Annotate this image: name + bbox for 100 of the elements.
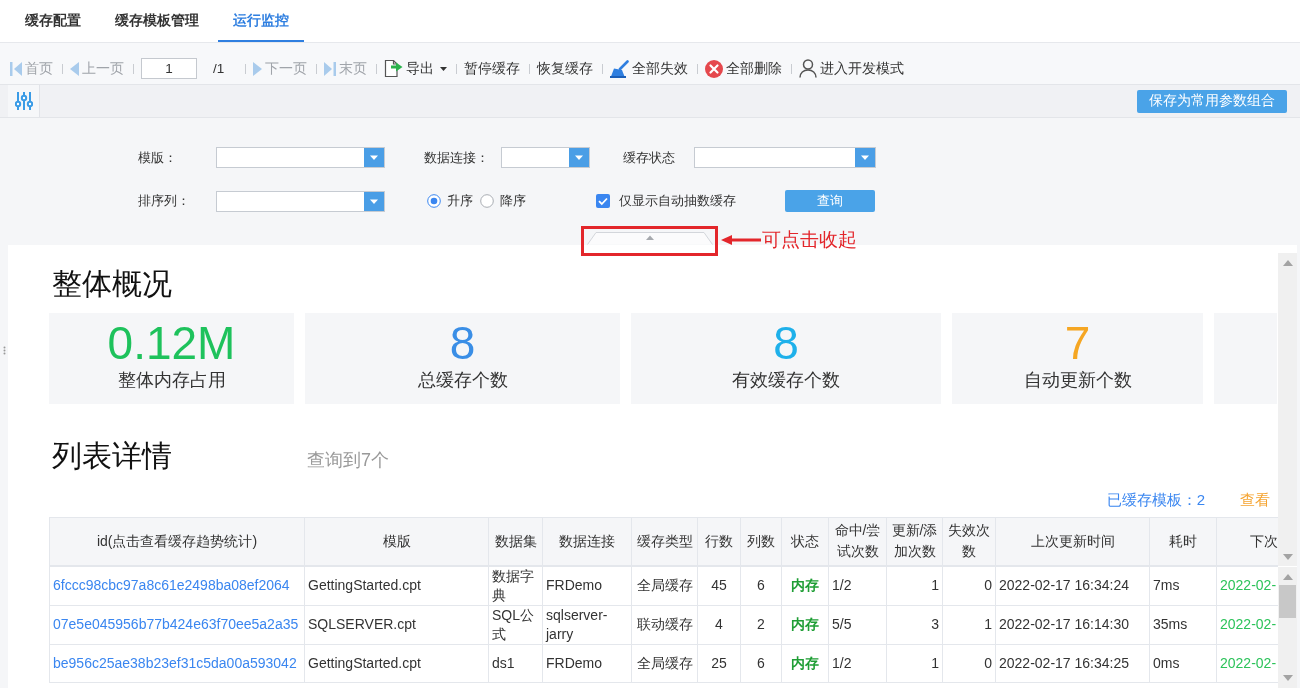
skip-back-icon xyxy=(10,61,22,76)
toolbar-button[interactable]: 恢复缓存 xyxy=(537,57,594,80)
scroll-down-icon[interactable] xyxy=(1282,675,1293,681)
table-cell: 数据字典 xyxy=(488,565,543,605)
caret-up-icon xyxy=(646,235,654,240)
result-count: 查询到7个 xyxy=(307,449,389,472)
table-cell: SQL公式 xyxy=(488,605,543,644)
stat-value: 8 xyxy=(773,318,799,368)
table-cell: 35ms xyxy=(1149,605,1217,644)
field-label: 缓存状态 xyxy=(623,148,676,167)
table-cell: 3 xyxy=(886,605,943,644)
column-header: 数据集 xyxy=(488,517,543,566)
caret-icon xyxy=(364,148,384,167)
caret-icon xyxy=(440,66,448,71)
query-button[interactable]: 查询 xyxy=(785,190,875,212)
stat-label: 整体内存占用 xyxy=(117,369,226,392)
collapse-handle[interactable] xyxy=(587,232,713,245)
dropdown-field[interactable] xyxy=(501,147,590,168)
table-cell: 6 xyxy=(740,565,782,605)
table-cell: SQLSERVER.cpt xyxy=(304,605,489,644)
table-cell: 内存 xyxy=(781,644,829,682)
caret-icon xyxy=(364,191,384,211)
scroll-up-icon[interactable] xyxy=(1282,574,1293,580)
export-button[interactable]: 导出 xyxy=(384,57,448,80)
column-header: 模版 xyxy=(304,517,489,566)
table-cell: 0ms xyxy=(1149,644,1217,682)
person-icon xyxy=(799,59,818,78)
table-cell: 45 xyxy=(697,565,741,605)
column-header: 列数 xyxy=(740,517,782,566)
save-params-button[interactable]: 保存为常用参数组合 xyxy=(1137,89,1287,113)
section-title: 列表详情 xyxy=(52,438,172,474)
toolbar-button[interactable]: 暂停缓存 xyxy=(464,57,521,80)
dropdown-field[interactable] xyxy=(216,190,385,212)
column-header: 状态 xyxy=(781,517,829,566)
tab[interactable]: 缓存模板管理 xyxy=(100,0,214,42)
export-document-icon xyxy=(384,59,404,78)
table-cell: GettingStarted.cpt xyxy=(304,644,489,682)
radio-button[interactable] xyxy=(480,194,494,208)
column-header: 下次 xyxy=(1216,517,1278,566)
page-total: /1 xyxy=(213,61,225,76)
radio-button[interactable] xyxy=(427,194,441,208)
column-header: 更新/添加次数 xyxy=(886,517,943,566)
column-header: 命中/尝试次数 xyxy=(828,517,887,566)
dropdown-field[interactable] xyxy=(694,147,876,168)
table-cell: 0 xyxy=(942,565,996,605)
table-cell: 联动缓存 xyxy=(631,605,698,644)
table-cell: 全局缓存 xyxy=(631,565,698,605)
table-cell: 全局缓存 xyxy=(631,644,698,682)
stat-value: 0.12M xyxy=(107,318,236,368)
field-label: 数据连接： xyxy=(424,148,490,167)
table-cell: 25 xyxy=(697,644,741,682)
table-cell: FRDemo xyxy=(542,644,632,682)
radio-label: 降序 xyxy=(500,192,526,210)
scroll-down-icon[interactable] xyxy=(1282,554,1293,560)
radio-label: 升序 xyxy=(447,192,473,210)
triangle-left-icon xyxy=(70,61,79,76)
column-header: 缓存类型 xyxy=(631,517,698,566)
broom-icon xyxy=(610,59,630,78)
table-cell: GettingStarted.cpt xyxy=(304,565,489,605)
table-cell: 1 xyxy=(886,644,943,682)
caret-icon xyxy=(569,148,589,167)
page-input[interactable]: 1 xyxy=(141,58,197,79)
scrollbar[interactable] xyxy=(1278,253,1297,566)
table-cell: ds1 xyxy=(488,644,543,682)
column-header: 失效次数 xyxy=(942,517,996,566)
scroll-up-icon[interactable] xyxy=(1282,260,1293,266)
column-header: id(点击查看缓存趋势统计) xyxy=(49,517,305,566)
toolbar-button[interactable]: 全部删除 xyxy=(705,57,783,80)
field-label: 模版： xyxy=(138,148,178,167)
caret-icon xyxy=(855,148,875,167)
scrollbar[interactable] xyxy=(1278,567,1297,688)
table-cell: 0 xyxy=(942,644,996,682)
table-cell: 内存 xyxy=(781,565,829,605)
table-cell: FRDemo xyxy=(542,565,632,605)
dropdown-field[interactable] xyxy=(216,147,385,168)
stat-label: 有效缓存个数 xyxy=(732,369,840,392)
section-title: 整体概况 xyxy=(52,266,173,302)
stat-value: 7 xyxy=(1064,318,1091,368)
stat-label: 总缓存个数 xyxy=(417,369,508,392)
grip-icon[interactable] xyxy=(2,346,6,355)
view-link[interactable]: 查看 xyxy=(1240,490,1270,510)
scrollbar-thumb[interactable] xyxy=(1279,585,1296,618)
toolbar-button[interactable]: 进入开发模式 xyxy=(799,57,905,80)
checkbox[interactable] xyxy=(596,194,610,208)
toolbar-button[interactable]: 全部失效 xyxy=(610,57,689,80)
table-cell: 2022-02-17 16:14:30 xyxy=(995,605,1150,644)
filter-toggle-button[interactable] xyxy=(8,85,40,117)
table-cell: 1 xyxy=(886,565,943,605)
checkbox-label: 仅显示自动抽数缓存 xyxy=(619,192,736,210)
table-cell: 4 xyxy=(697,605,741,644)
tab[interactable]: 缓存配置 xyxy=(10,0,96,42)
triangle-right-icon xyxy=(253,61,263,76)
x-circle-icon xyxy=(705,59,724,78)
table-cell: 5/5 xyxy=(828,605,887,644)
table-cell: sqlserver-jarry xyxy=(542,605,632,644)
field-label: 排序列： xyxy=(138,192,191,210)
table-cell: 7ms xyxy=(1149,565,1217,605)
cached-templates-link[interactable]: 已缓存模板：2 xyxy=(1106,490,1205,510)
column-header: 耗时 xyxy=(1149,517,1217,566)
table-cell: 6 xyxy=(740,644,782,682)
